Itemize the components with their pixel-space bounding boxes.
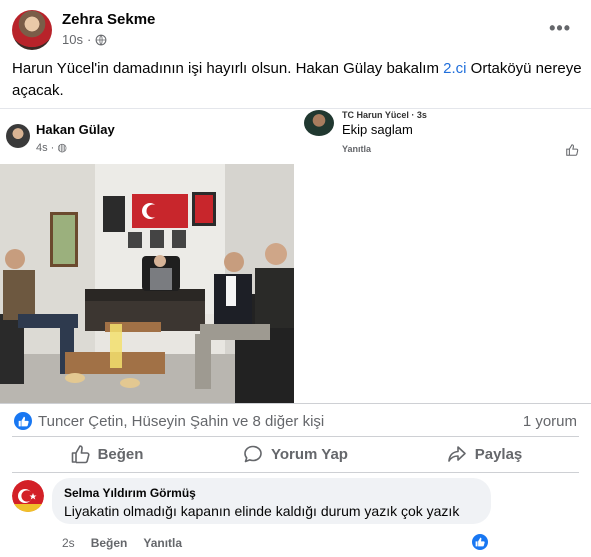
embedded-meta: 4s · ◍ [36, 142, 68, 154]
globe-icon [95, 34, 107, 45]
comment-time[interactable]: 2s [62, 536, 75, 550]
comment-like-reaction-icon [470, 532, 490, 552]
comment-button[interactable]: Yorum Yap [201, 438, 390, 470]
author-name[interactable]: Zehra Sekme [62, 11, 155, 28]
embedded-comment-avatar [304, 110, 334, 136]
thumbs-up-icon [566, 144, 579, 156]
post-meta: 10s · [62, 32, 107, 47]
embedded-comment-author: TC Harun Yücel · 3s [342, 110, 427, 120]
office-photo [0, 164, 294, 404]
reactions-summary[interactable]: Tuncer Çetin, Hüseyin Şahin ve 8 diğer k… [14, 412, 324, 430]
embedded-avatar [6, 124, 30, 148]
hashtag-link[interactable]: 2.ci [443, 60, 466, 77]
embedded-comment: TC Harun Yücel · 3s Ekip saglam Yanıtla [296, 110, 591, 170]
comment-text: Liyakatin olmadığı kapanın elinde kaldığ… [64, 503, 460, 519]
author-avatar[interactable] [12, 10, 52, 50]
embedded-reply-label: Yanıtla [342, 144, 372, 154]
speech-bubble-icon [244, 445, 262, 463]
post-image[interactable]: Hakan Gülay 4s · ◍ TC Harun Yücel · 3s E… [0, 110, 591, 404]
post-time[interactable]: 10s [62, 32, 83, 47]
comment-bubble: Selma Yıldırım Görmüş Liyakatin olmadığı… [52, 478, 491, 524]
commenter-name[interactable]: Selma Yıldırım Görmüş [64, 486, 479, 500]
comment-like-button[interactable]: Beğen [91, 536, 128, 550]
divider [12, 472, 579, 473]
like-reaction-icon [14, 412, 32, 430]
divider [0, 108, 591, 109]
globe-icon: ◍ [57, 142, 68, 154]
share-button[interactable]: Paylaş [390, 438, 579, 470]
divider [12, 436, 579, 437]
embedded-author: Hakan Gülay [36, 122, 115, 137]
action-bar: Beğen Yorum Yap Paylaş [12, 438, 579, 470]
post-header: Zehra Sekme 10s · ••• [12, 10, 579, 54]
thumbs-up-icon [71, 445, 90, 464]
post-text: Harun Yücel'in damadının işi hayırlı ols… [12, 60, 582, 99]
comment-reply-button[interactable]: Yanıtla [143, 536, 182, 550]
comment-actions: 2s Beğen Yanıtla [62, 536, 182, 550]
commenter-avatar[interactable] [12, 480, 44, 512]
like-button[interactable]: Beğen [12, 438, 201, 470]
embedded-comment-text: Ekip saglam [342, 122, 413, 137]
more-options-icon[interactable]: ••• [549, 18, 571, 39]
reactions-names[interactable]: Tuncer Çetin, Hüseyin Şahin ve 8 diğer k… [38, 413, 324, 430]
share-arrow-icon [447, 446, 466, 462]
divider [0, 403, 591, 404]
embedded-post: Hakan Gülay 4s · ◍ [0, 110, 294, 404]
comment-item: Selma Yıldırım Görmüş Liyakatin olmadığı… [12, 478, 579, 553]
comment-count[interactable]: 1 yorum [523, 413, 577, 430]
